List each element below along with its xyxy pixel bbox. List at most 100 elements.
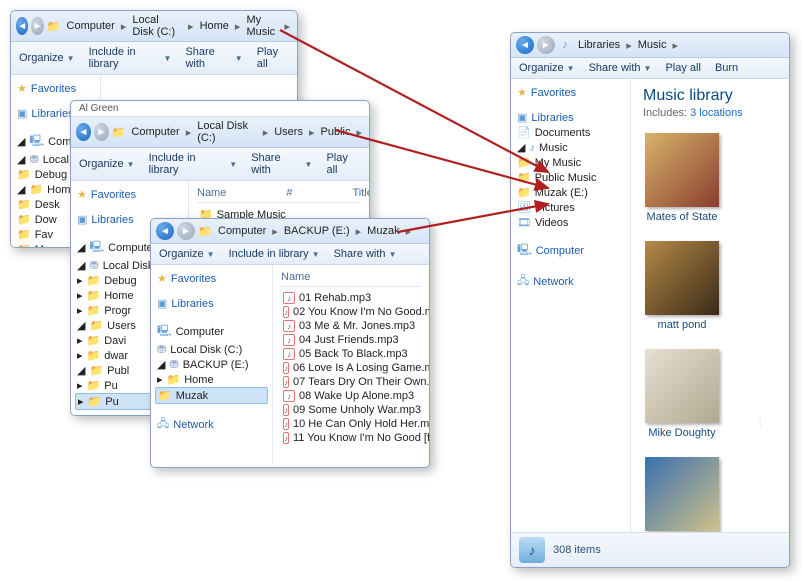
organize-menu[interactable]: Organize▼ bbox=[19, 52, 75, 64]
album-item[interactable]: Mike Doughty bbox=[643, 349, 721, 439]
favorites-heading[interactable]: ★Favorites bbox=[15, 81, 96, 96]
breadcrumb-segment[interactable]: Music bbox=[636, 39, 669, 51]
network-heading[interactable]: 🖧Network bbox=[515, 271, 626, 292]
favorites-heading[interactable]: ★Favorites bbox=[75, 187, 184, 202]
computer-heading[interactable]: 🖳Computer bbox=[515, 240, 626, 261]
explorer-window-music-library[interactable]: ◄ ► ♪ Libraries▸ Music▸ Organize▼ Share … bbox=[510, 32, 790, 568]
favorites-heading[interactable]: ★Favorites bbox=[155, 271, 268, 286]
star-icon: ★ bbox=[17, 82, 27, 95]
list-item[interactable]: ♪11 You Know I'm No Good [f bbox=[281, 431, 421, 445]
libraries-icon: ▣ bbox=[517, 111, 527, 124]
column-name[interactable]: Name bbox=[197, 187, 226, 199]
breadcrumb-segment[interactable]: Muzak bbox=[365, 225, 401, 237]
column-headers[interactable]: Name # Title bbox=[197, 187, 361, 203]
breadcrumb-segment[interactable]: BACKUP (E:) bbox=[282, 225, 352, 237]
organize-menu[interactable]: Organize▼ bbox=[159, 248, 215, 260]
libraries-heading[interactable]: ▣Libraries bbox=[155, 296, 268, 311]
breadcrumb-segment[interactable]: Computer bbox=[129, 126, 181, 138]
file-name: 05 Back To Black.mp3 bbox=[299, 348, 408, 360]
library-content[interactable]: Music library Includes: 3 locations Mate… bbox=[631, 79, 789, 535]
list-item[interactable]: ♪08 Wake Up Alone.mp3 bbox=[281, 389, 421, 403]
share-with-menu[interactable]: Share with▼ bbox=[334, 248, 397, 260]
chevron-down-icon: ▼ bbox=[229, 160, 237, 169]
organize-menu[interactable]: Organize▼ bbox=[79, 158, 135, 170]
folder-icon: 📁 bbox=[89, 364, 103, 377]
column-number[interactable]: # bbox=[286, 187, 292, 199]
breadcrumb-segment[interactable]: Computer bbox=[65, 20, 117, 32]
list-item[interactable]: ♪02 You Know I'm No Good.m bbox=[281, 305, 421, 319]
folder-icon: 📁 bbox=[87, 379, 101, 392]
breadcrumb-segment[interactable]: Libraries bbox=[576, 39, 622, 51]
breadcrumb-segment[interactable]: Home bbox=[198, 20, 231, 32]
tree-item-videos[interactable]: 🎞Videos bbox=[515, 215, 626, 230]
breadcrumb-segment[interactable]: Local Disk (C:) bbox=[195, 120, 258, 144]
tree-item-muzak[interactable]: 📁Muzak (E:) bbox=[515, 185, 626, 200]
audio-file-icon: ♪ bbox=[283, 334, 295, 346]
share-with-menu[interactable]: Share with▼ bbox=[185, 46, 242, 70]
play-all-button[interactable]: Play all bbox=[257, 46, 289, 70]
explorer-window-muzak[interactable]: ◄ ► 📁 Computer▸ BACKUP (E:)▸ Muzak▸ Orga… bbox=[150, 218, 430, 468]
column-headers[interactable]: Name bbox=[281, 271, 421, 287]
file-name: 11 You Know I'm No Good [f bbox=[293, 432, 429, 444]
network-heading[interactable]: 🖧Network bbox=[155, 414, 268, 435]
locations-link[interactable]: 3 locations bbox=[690, 107, 743, 119]
chevron-right-icon: ▸ bbox=[624, 39, 634, 52]
play-all-button[interactable]: Play all bbox=[326, 152, 361, 176]
libraries-heading[interactable]: ▣Libraries bbox=[515, 110, 626, 125]
include-in-library-menu[interactable]: Include in library▼ bbox=[89, 46, 172, 70]
tree-item-publicmusic[interactable]: 📁Public Music bbox=[515, 170, 626, 185]
list-item[interactable]: ♪03 Me & Mr. Jones.mp3 bbox=[281, 319, 421, 333]
include-in-library-menu[interactable]: Include in library▼ bbox=[229, 248, 320, 260]
tree-item-mymusic[interactable]: 📁My Music bbox=[515, 155, 626, 170]
tree-item-pictures[interactable]: 🖼Pictures bbox=[515, 200, 626, 215]
address-bar[interactable]: ◄ ► ♪ Libraries▸ Music▸ bbox=[511, 33, 789, 58]
list-item[interactable]: ♪06 Love Is A Losing Game.mp bbox=[281, 361, 421, 375]
breadcrumb-segment[interactable]: Computer bbox=[216, 225, 268, 237]
organize-menu[interactable]: Organize▼ bbox=[519, 62, 575, 74]
chevron-right-icon: ▸ bbox=[307, 126, 317, 139]
back-button[interactable]: ◄ bbox=[156, 222, 174, 240]
back-button[interactable]: ◄ bbox=[76, 123, 91, 141]
audio-file-icon: ♪ bbox=[283, 432, 289, 444]
column-title[interactable]: Title bbox=[352, 187, 369, 199]
album-item[interactable]: matt pond bbox=[643, 241, 721, 331]
include-in-library-menu[interactable]: Include in library▼ bbox=[149, 152, 238, 176]
chevron-down-icon: ▼ bbox=[389, 250, 397, 259]
computer-icon: 🖳 bbox=[89, 238, 104, 257]
favorites-heading[interactable]: ★Favorites bbox=[515, 85, 626, 100]
status-bar: ♪ 308 items bbox=[511, 532, 789, 567]
breadcrumb-segment[interactable]: My Music bbox=[244, 14, 280, 38]
list-item[interactable]: ♪04 Just Friends.mp3 bbox=[281, 333, 421, 347]
chevron-right-icon: ▸ bbox=[119, 20, 129, 33]
address-bar[interactable]: ◄ ► 📁 Computer▸ BACKUP (E:)▸ Muzak▸ bbox=[151, 219, 429, 244]
album-item[interactable]: Mates of State bbox=[643, 133, 721, 223]
chevron-right-icon: ▸ bbox=[354, 225, 364, 238]
back-button[interactable]: ◄ bbox=[516, 36, 534, 54]
share-with-menu[interactable]: Share with▼ bbox=[589, 62, 652, 74]
share-with-menu[interactable]: Share with▼ bbox=[251, 152, 312, 176]
breadcrumb-segment[interactable]: Local Disk (C:) bbox=[130, 14, 184, 38]
breadcrumb-segment[interactable]: Users bbox=[272, 126, 305, 138]
back-button[interactable]: ◄ bbox=[16, 17, 28, 35]
tree-item-music[interactable]: ◢♪Music bbox=[515, 140, 626, 155]
list-item[interactable]: ♪07 Tears Dry On Their Own.m bbox=[281, 375, 421, 389]
tree-item[interactable]: ◢⛃BACKUP (E:) bbox=[155, 357, 268, 372]
tree-item[interactable]: ▸📁Home bbox=[155, 372, 268, 387]
tree-item-documents[interactable]: 📄Documents bbox=[515, 125, 626, 140]
list-item[interactable]: ♪10 He Can Only Hold Her.mp bbox=[281, 417, 421, 431]
list-item[interactable]: ♪05 Back To Black.mp3 bbox=[281, 347, 421, 361]
tree-item-selected[interactable]: 📁Muzak bbox=[155, 387, 268, 404]
file-name: 07 Tears Dry On Their Own.m bbox=[293, 376, 429, 388]
tree-item[interactable]: ⛃Local Disk (C:) bbox=[155, 342, 268, 357]
column-name[interactable]: Name bbox=[281, 271, 310, 283]
address-bar[interactable]: ◄ ► 📁 Computer▸ Local Disk (C:)▸ Home▸ M… bbox=[11, 11, 297, 42]
list-item[interactable]: ♪09 Some Unholy War.mp3 bbox=[281, 403, 421, 417]
forward-button: ► bbox=[537, 36, 555, 54]
tree-item[interactable]: 🖳Computer bbox=[155, 321, 268, 342]
play-all-button[interactable]: Play all bbox=[665, 62, 700, 74]
address-bar[interactable]: ◄ ► 📁 Computer▸ Local Disk (C:)▸ Users▸ … bbox=[71, 117, 369, 148]
burn-button[interactable]: Burn bbox=[715, 62, 738, 74]
list-item[interactable]: ♪01 Rehab.mp3 bbox=[281, 291, 421, 305]
file-list[interactable]: Name ♪01 Rehab.mp3♪02 You Know I'm No Go… bbox=[273, 265, 429, 463]
breadcrumb-segment[interactable]: Public bbox=[319, 126, 353, 138]
